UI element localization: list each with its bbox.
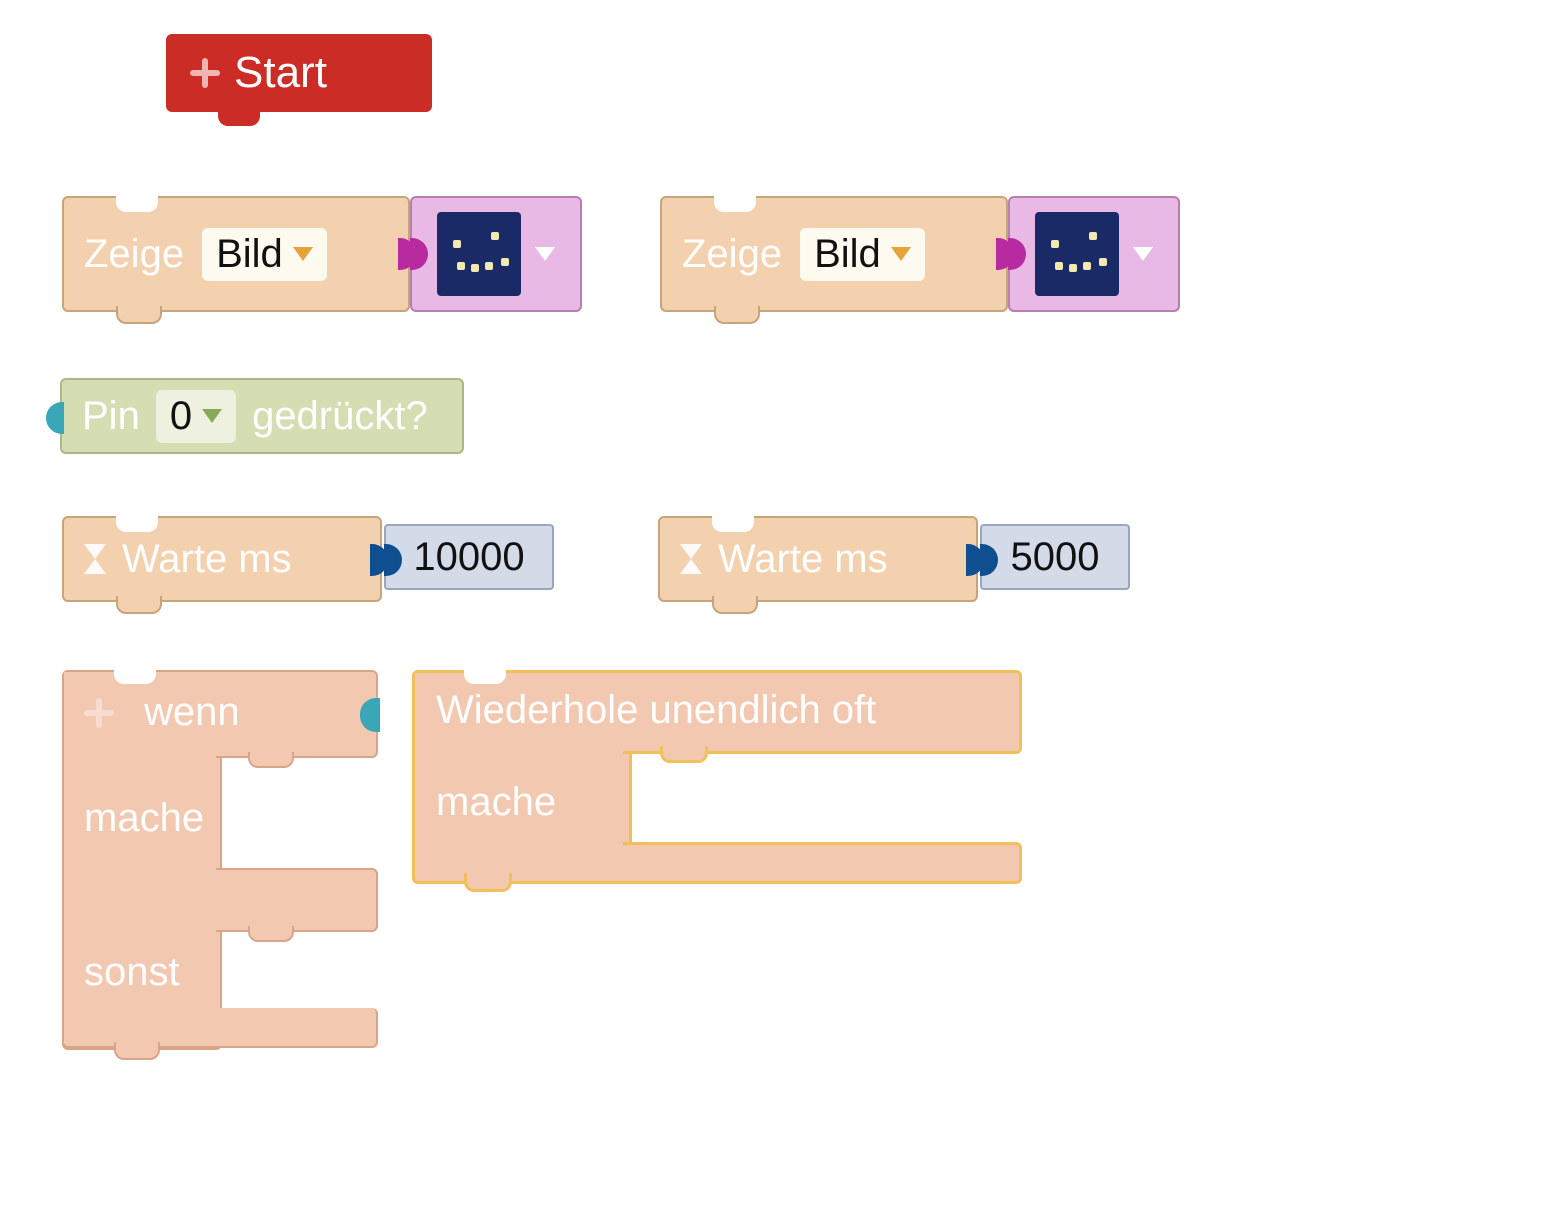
show-image-block-1[interactable]: Zeige Bild bbox=[62, 196, 410, 312]
if-label: wenn bbox=[144, 690, 240, 735]
else-label: sonst bbox=[84, 950, 180, 995]
image-type-dropdown[interactable]: Bild bbox=[800, 228, 925, 281]
led-preview bbox=[1035, 212, 1119, 296]
pin-value: 0 bbox=[170, 394, 192, 439]
repeat-label: Wiederhole unendlich oft bbox=[436, 688, 876, 733]
pin-number-dropdown[interactable]: 0 bbox=[156, 390, 236, 443]
pin-prefix: Pin bbox=[82, 394, 140, 439]
image-type-dropdown[interactable]: Bild bbox=[202, 228, 327, 281]
pin-pressed-block[interactable]: Pin 0 gedrückt? bbox=[60, 378, 464, 454]
dropdown-value: Bild bbox=[814, 232, 881, 277]
wait-value-1[interactable]: 10000 bbox=[384, 524, 554, 590]
repeat-do-label: mache bbox=[436, 780, 556, 825]
chevron-down-icon[interactable] bbox=[1133, 247, 1153, 261]
wait-block-2[interactable]: Warte ms bbox=[658, 516, 978, 602]
wait-value-2[interactable]: 5000 bbox=[980, 524, 1130, 590]
show-label: Zeige bbox=[682, 232, 782, 277]
image-picker-1[interactable] bbox=[410, 196, 582, 312]
do-label: mache bbox=[84, 796, 204, 841]
show-label: Zeige bbox=[84, 232, 184, 277]
boolean-output-plug bbox=[46, 402, 64, 434]
chevron-down-icon bbox=[202, 409, 222, 423]
chevron-down-icon[interactable] bbox=[535, 247, 555, 261]
image-picker-2[interactable] bbox=[1008, 196, 1180, 312]
led-preview bbox=[437, 212, 521, 296]
start-label: Start bbox=[234, 48, 327, 98]
plus-icon[interactable] bbox=[190, 58, 220, 88]
start-block[interactable]: Start bbox=[166, 34, 432, 112]
chevron-down-icon bbox=[293, 247, 313, 261]
wait-number: 10000 bbox=[413, 535, 524, 580]
wait-block-1[interactable]: Warte ms bbox=[62, 516, 382, 602]
if-else-block[interactable]: wenn mache sonst bbox=[62, 670, 374, 1046]
dropdown-value: Bild bbox=[216, 232, 283, 277]
pin-suffix: gedrückt? bbox=[252, 394, 428, 439]
wait-label: Warte ms bbox=[122, 537, 292, 582]
wait-number: 5000 bbox=[1011, 535, 1100, 580]
show-image-block-2[interactable]: Zeige Bild bbox=[660, 196, 1008, 312]
hourglass-icon bbox=[680, 544, 702, 574]
chevron-down-icon bbox=[891, 247, 911, 261]
plus-icon[interactable] bbox=[84, 698, 114, 728]
repeat-forever-block[interactable]: Wiederhole unendlich oft mache bbox=[412, 670, 1016, 878]
hourglass-icon bbox=[84, 544, 106, 574]
wait-label: Warte ms bbox=[718, 537, 888, 582]
